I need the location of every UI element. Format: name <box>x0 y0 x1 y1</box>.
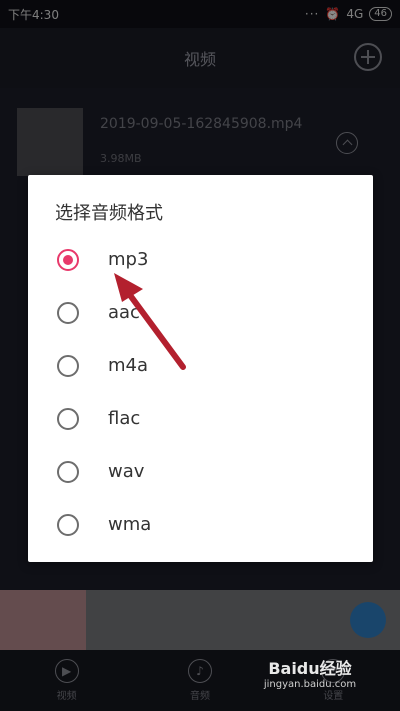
format-option-list: mp3 aac m4a flac wav wma <box>28 233 373 551</box>
radio-unchecked-icon[interactable] <box>57 301 79 324</box>
option-label: wav <box>108 461 145 482</box>
baidu-watermark: Baidu经验 jingyan.baidu.com <box>240 655 380 690</box>
option-mp3[interactable]: mp3 <box>28 233 373 286</box>
option-label: wma <box>108 514 152 535</box>
option-label: mp3 <box>108 249 149 270</box>
option-aac[interactable]: aac <box>28 286 373 339</box>
watermark-url: jingyan.baidu.com <box>263 679 357 690</box>
radio-unchecked-icon[interactable] <box>57 513 79 536</box>
watermark-logo: Baidu经验 <box>268 659 352 678</box>
option-wma[interactable]: wma <box>28 498 373 551</box>
option-wav[interactable]: wav <box>28 445 373 498</box>
radio-unchecked-icon[interactable] <box>57 354 79 377</box>
option-label: m4a <box>108 355 149 376</box>
radio-unchecked-icon[interactable] <box>57 460 79 483</box>
radio-unchecked-icon[interactable] <box>57 407 79 430</box>
option-label: flac <box>108 408 141 429</box>
option-label: aac <box>108 302 140 323</box>
dialog-title: 选择音频格式 <box>55 203 163 224</box>
option-m4a[interactable]: m4a <box>28 339 373 392</box>
option-flac[interactable]: flac <box>28 392 373 445</box>
audio-format-dialog: 选择音频格式 mp3 aac m4a flac wav wma <box>28 175 373 562</box>
radio-checked-icon[interactable] <box>57 248 79 271</box>
